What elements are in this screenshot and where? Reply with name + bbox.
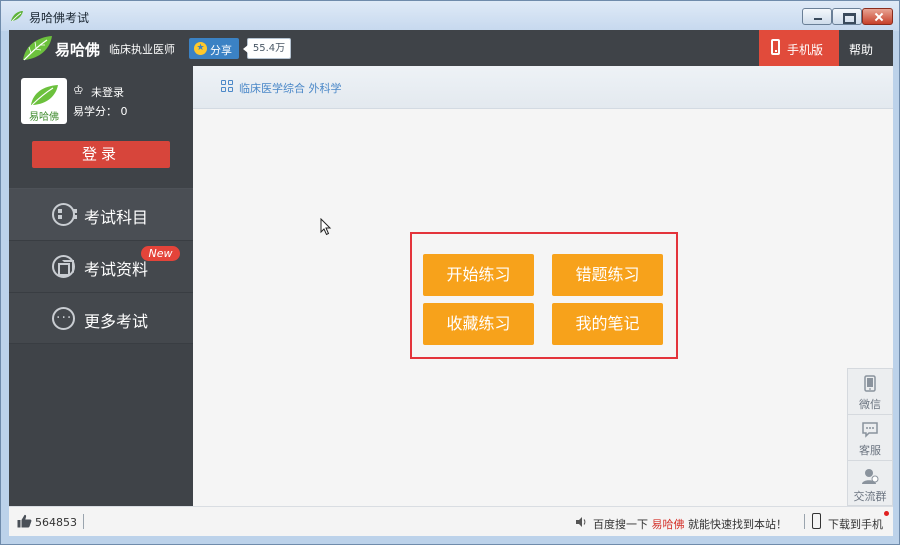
customer-service-label: 客服 — [859, 444, 881, 457]
phone-icon — [812, 513, 821, 529]
window-title: 易哈佛考试 — [29, 11, 90, 25]
share-button[interactable]: ★ 分享 — [189, 38, 239, 59]
brand-name: 易哈佛 — [55, 41, 101, 59]
like-count: 564853 — [35, 516, 77, 529]
nav-more-exams[interactable]: 更多考试 — [9, 292, 193, 344]
thumbs-up-icon[interactable] — [17, 514, 32, 528]
help-link[interactable]: 帮助 — [849, 41, 873, 58]
phone-icon — [771, 39, 780, 55]
community-group-label: 交流群 — [853, 490, 887, 503]
maximize-button[interactable] — [832, 8, 862, 25]
nav-exam-subjects[interactable]: 考试科目 — [9, 188, 193, 240]
breadcrumb-bar: 临床医学综合 外科学 — [193, 66, 893, 109]
promo-brand: 易哈佛 — [651, 518, 685, 531]
more-icon — [52, 307, 75, 330]
breadcrumb[interactable]: 临床医学综合 外科学 — [239, 80, 342, 96]
app-leaf-icon — [11, 11, 23, 22]
nav-label: 考试科目 — [84, 208, 149, 227]
grid-icon — [52, 203, 77, 226]
app-window: 易哈佛考试 易哈佛 临床执业医师 ★ 分享 55.4万 手机版 帮助 易哈佛 ♔… — [0, 0, 900, 545]
chat-icon — [862, 422, 878, 438]
nav-label: 考试资料 — [84, 260, 149, 279]
wechat-button[interactable]: 微信 — [848, 369, 892, 415]
divider — [83, 514, 84, 529]
close-button[interactable] — [862, 8, 893, 25]
main-content: 临床医学综合 外科学 开始练习 错题练习 收藏练习 我的笔记 微信 客服 交流群 — [193, 66, 893, 506]
document-icon — [52, 255, 75, 278]
avatar[interactable]: 易哈佛 — [21, 78, 67, 124]
crown-icon: ♔ — [73, 83, 84, 97]
mobile-version-button[interactable]: 手机版 — [759, 30, 839, 66]
login-status: 未登录 — [91, 86, 124, 99]
notification-dot — [884, 511, 889, 516]
group-icon — [862, 469, 879, 484]
wechat-label: 微信 — [859, 398, 881, 411]
brand-leaf-icon — [31, 85, 58, 106]
nav-label: 更多考试 — [84, 312, 149, 331]
speaker-icon — [576, 517, 586, 527]
divider — [804, 514, 805, 529]
wechat-icon — [864, 375, 876, 392]
promo-text: 百度搜一下 易哈佛 就能快速找到本站！ — [593, 516, 787, 532]
app-header: 易哈佛 临床执业医师 ★ 分享 55.4万 手机版 帮助 — [9, 30, 893, 66]
apps-icon — [221, 80, 234, 93]
title-bar: 易哈佛考试 — [1, 1, 899, 31]
floating-contact-panel: 微信 客服 交流群 — [847, 368, 893, 506]
share-count: 55.4万 — [243, 38, 291, 59]
community-group-button[interactable]: 交流群 — [848, 461, 892, 507]
mobile-version-label: 手机版 — [787, 43, 824, 57]
exam-category: 临床执业医师 — [109, 43, 175, 56]
brand-leaf-icon — [23, 36, 52, 61]
share-label: 分享 — [210, 44, 232, 57]
avatar-brand-text: 易哈佛 — [29, 112, 59, 123]
status-bar: 564853 百度搜一下 易哈佛 就能快速找到本站！ 下载到手机 — [9, 506, 893, 536]
practice-actions-panel: 开始练习 错题练习 收藏练习 我的笔记 — [410, 232, 678, 359]
sidebar: 易哈佛 ♔ 未登录 易学分： 0 登录 考试科目 考试资料 New 更多考试 — [9, 66, 193, 506]
new-badge: New — [141, 246, 180, 261]
star-icon: ★ — [194, 42, 207, 55]
wrong-questions-button[interactable]: 错题练习 — [552, 254, 663, 296]
customer-service-button[interactable]: 客服 — [848, 415, 892, 461]
my-notes-button[interactable]: 我的笔记 — [552, 303, 663, 345]
promo-prefix: 百度搜一下 — [593, 518, 652, 531]
start-practice-button[interactable]: 开始练习 — [423, 254, 534, 296]
download-to-phone-link[interactable]: 下载到手机 — [828, 516, 883, 532]
minimize-button[interactable] — [802, 8, 832, 25]
mouse-cursor-icon — [320, 218, 332, 236]
score-label: 易学分： 0 — [73, 105, 128, 118]
login-button[interactable]: 登录 — [32, 141, 170, 168]
nav-exam-materials[interactable]: 考试资料 New — [9, 240, 193, 292]
promo-suffix: 就能快速找到本站！ — [684, 518, 787, 531]
favorites-practice-button[interactable]: 收藏练习 — [423, 303, 534, 345]
